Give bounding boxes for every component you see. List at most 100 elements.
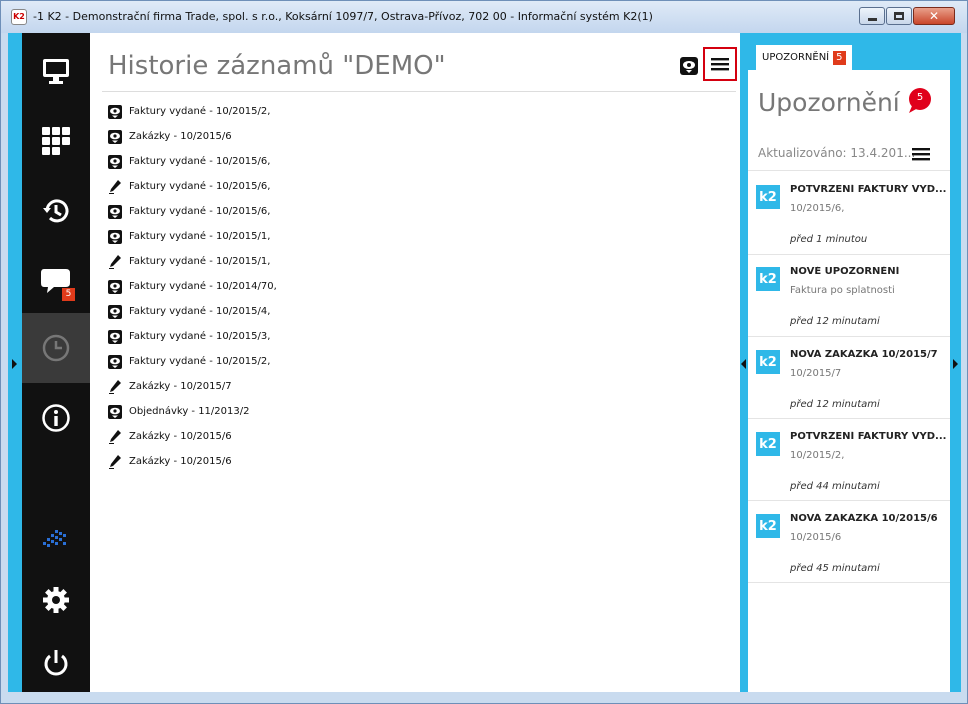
minimize-icon [867,17,877,21]
view-icon [106,404,124,419]
window-title: -1 K2 - Demonstrační firma Trade, spol. … [33,10,653,23]
edit-icon [106,454,124,469]
history-item[interactable]: Faktury vydané - 10/2015/6, [106,149,277,174]
notification-time: před 12 minutami [790,316,880,327]
edit-icon [106,179,124,194]
client-area: 5 Historie záznamů "DEMO" Faktury vydané… [8,33,961,697]
view-icon [106,304,124,319]
notification-subtitle: 10/2015/6 [790,532,842,543]
history-item[interactable]: Objednávky - 11/2013/2 [106,399,277,424]
title-bar[interactable]: K2 -1 K2 - Demonstrační firma Trade, spo… [1,1,967,33]
history-item[interactable]: Zakázky - 10/2015/6 [106,424,277,449]
sidebar-edge[interactable] [8,33,22,692]
menu-icon [912,148,930,161]
history-item[interactable]: Faktury vydané - 10/2015/2, [106,99,277,124]
edit-icon [106,429,124,444]
sidebar-item-apps[interactable] [22,106,90,176]
notifications-count: 5 [916,92,924,103]
notifications-title: Upozornění [758,88,900,117]
notifications-menu-button[interactable] [912,146,930,161]
view-icon [106,104,124,119]
history-item[interactable]: Zakázky - 10/2015/6 [106,124,277,149]
view-icon [106,204,124,219]
monitor-icon [43,59,69,84]
edit-icon [106,379,124,394]
notification-subtitle: 10/2015/6, [790,203,845,214]
tab-notifications[interactable]: UPOZORNĚNÍ 5 [756,45,852,70]
view-icon [106,354,124,369]
notifications-panel: UPOZORNĚNÍ 5 Upozornění 5 Aktualizováno:… [740,33,961,692]
history-item[interactable]: Faktury vydané - 10/2015/1, [106,224,277,249]
clock-icon [42,334,70,362]
messages-badge: 5 [62,288,75,301]
notification-heading: NOVÁ ZAKÁZKA 10/2015/6 [790,513,938,524]
notification-item[interactable]: k2 POTVRZENÍ FAKTURY VYD... 10/2015/6, p… [756,171,946,251]
notifications-count-badge: 5 [906,87,934,113]
window-controls: ✕ [858,7,955,25]
maximize-button[interactable] [886,7,912,25]
history-item[interactable]: Faktury vydané - 10/2014/70, [106,274,277,299]
view-icon [106,154,124,169]
minimize-button[interactable] [859,7,885,25]
info-icon [42,404,70,432]
k2-logo-icon [43,530,66,547]
notification-item[interactable]: k2 NOVÉ UPOZORNĚNÍ Faktura po splatnosti… [756,253,946,333]
power-icon [44,650,68,676]
collapse-left-arrow-icon[interactable] [741,359,746,369]
view-icon [680,57,698,75]
divider [748,582,950,583]
notification-item[interactable]: k2 NOVÁ ZAKÁZKA 10/2015/7 10/2015/7 před… [756,336,946,416]
notification-subtitle: Faktura po splatnosti [790,285,895,296]
menu-icon [711,58,729,71]
history-item[interactable]: Faktury vydané - 10/2015/4, [106,299,277,324]
k2-badge-icon: k2 [756,432,780,456]
notification-heading: POTVRZENÍ FAKTURY VYD... [790,184,946,195]
tab-notifications-label: UPOZORNĚNÍ [762,52,830,63]
history-item[interactable]: Faktury vydané - 10/2015/6, [106,174,277,199]
notification-heading: NOVÉ UPOZORNĚNÍ [790,266,900,277]
sidebar-item-power[interactable] [22,628,90,698]
view-icon [106,129,124,144]
notification-heading: NOVÁ ZAKÁZKA 10/2015/7 [790,349,938,360]
notification-item[interactable]: k2 NOVÁ ZAKÁZKA 10/2015/6 10/2015/6 před… [756,500,946,580]
k2-badge-icon: k2 [756,267,780,291]
view-toggle-button[interactable] [680,57,698,75]
sidebar-item-recent[interactable] [22,313,90,383]
notification-item[interactable]: k2 POTVRZENÍ FAKTURY VYD... 10/2015/2, p… [756,418,946,498]
sidebar-item-info[interactable] [22,383,90,453]
menu-button[interactable] [703,47,737,81]
sidebar-item-desktop[interactable] [22,36,90,106]
window-bottom-border [8,692,961,698]
notifications-body: Upozornění 5 Aktualizováno: 13.4.201... [748,70,950,692]
maximize-icon [894,12,904,20]
history-item[interactable]: Zakázky - 10/2015/7 [106,374,277,399]
k2-badge-icon: k2 [756,185,780,209]
close-button[interactable]: ✕ [913,7,955,25]
gear-icon [43,587,69,613]
history-list: Faktury vydané - 10/2015/2, Zakázky - 10… [106,99,277,474]
history-item[interactable]: Faktury vydané - 10/2015/3, [106,324,277,349]
header-divider [102,91,736,92]
app-icon[interactable]: K2 [11,9,27,25]
notification-subtitle: 10/2015/2, [790,450,845,461]
history-item[interactable]: Faktury vydané - 10/2015/2, [106,349,277,374]
page-title: Historie záznamů "DEMO" [108,51,446,81]
notification-subtitle: 10/2015/7 [790,368,842,379]
view-icon [106,229,124,244]
sidebar-item-logo[interactable] [22,503,90,573]
k2-badge-icon: k2 [756,350,780,374]
collapse-right-arrow-icon[interactable] [953,359,958,369]
history-item[interactable]: Faktury vydané - 10/2015/6, [106,199,277,224]
history-view: Historie záznamů "DEMO" Faktury vydané -… [90,33,740,692]
history-item[interactable]: Faktury vydané - 10/2015/1, [106,249,277,274]
sidebar-item-settings[interactable] [22,565,90,635]
history-icon [43,199,69,223]
notification-time: před 45 minutami [790,563,880,574]
expand-arrow-icon[interactable] [12,359,17,369]
history-item[interactable]: Zakázky - 10/2015/6 [106,449,277,474]
k2-badge-icon: k2 [756,514,780,538]
last-updated: Aktualizováno: 13.4.201... [758,146,916,160]
sidebar-item-messages[interactable]: 5 [22,246,90,316]
notification-time: před 44 minutami [790,481,880,492]
sidebar-item-history[interactable] [22,176,90,246]
